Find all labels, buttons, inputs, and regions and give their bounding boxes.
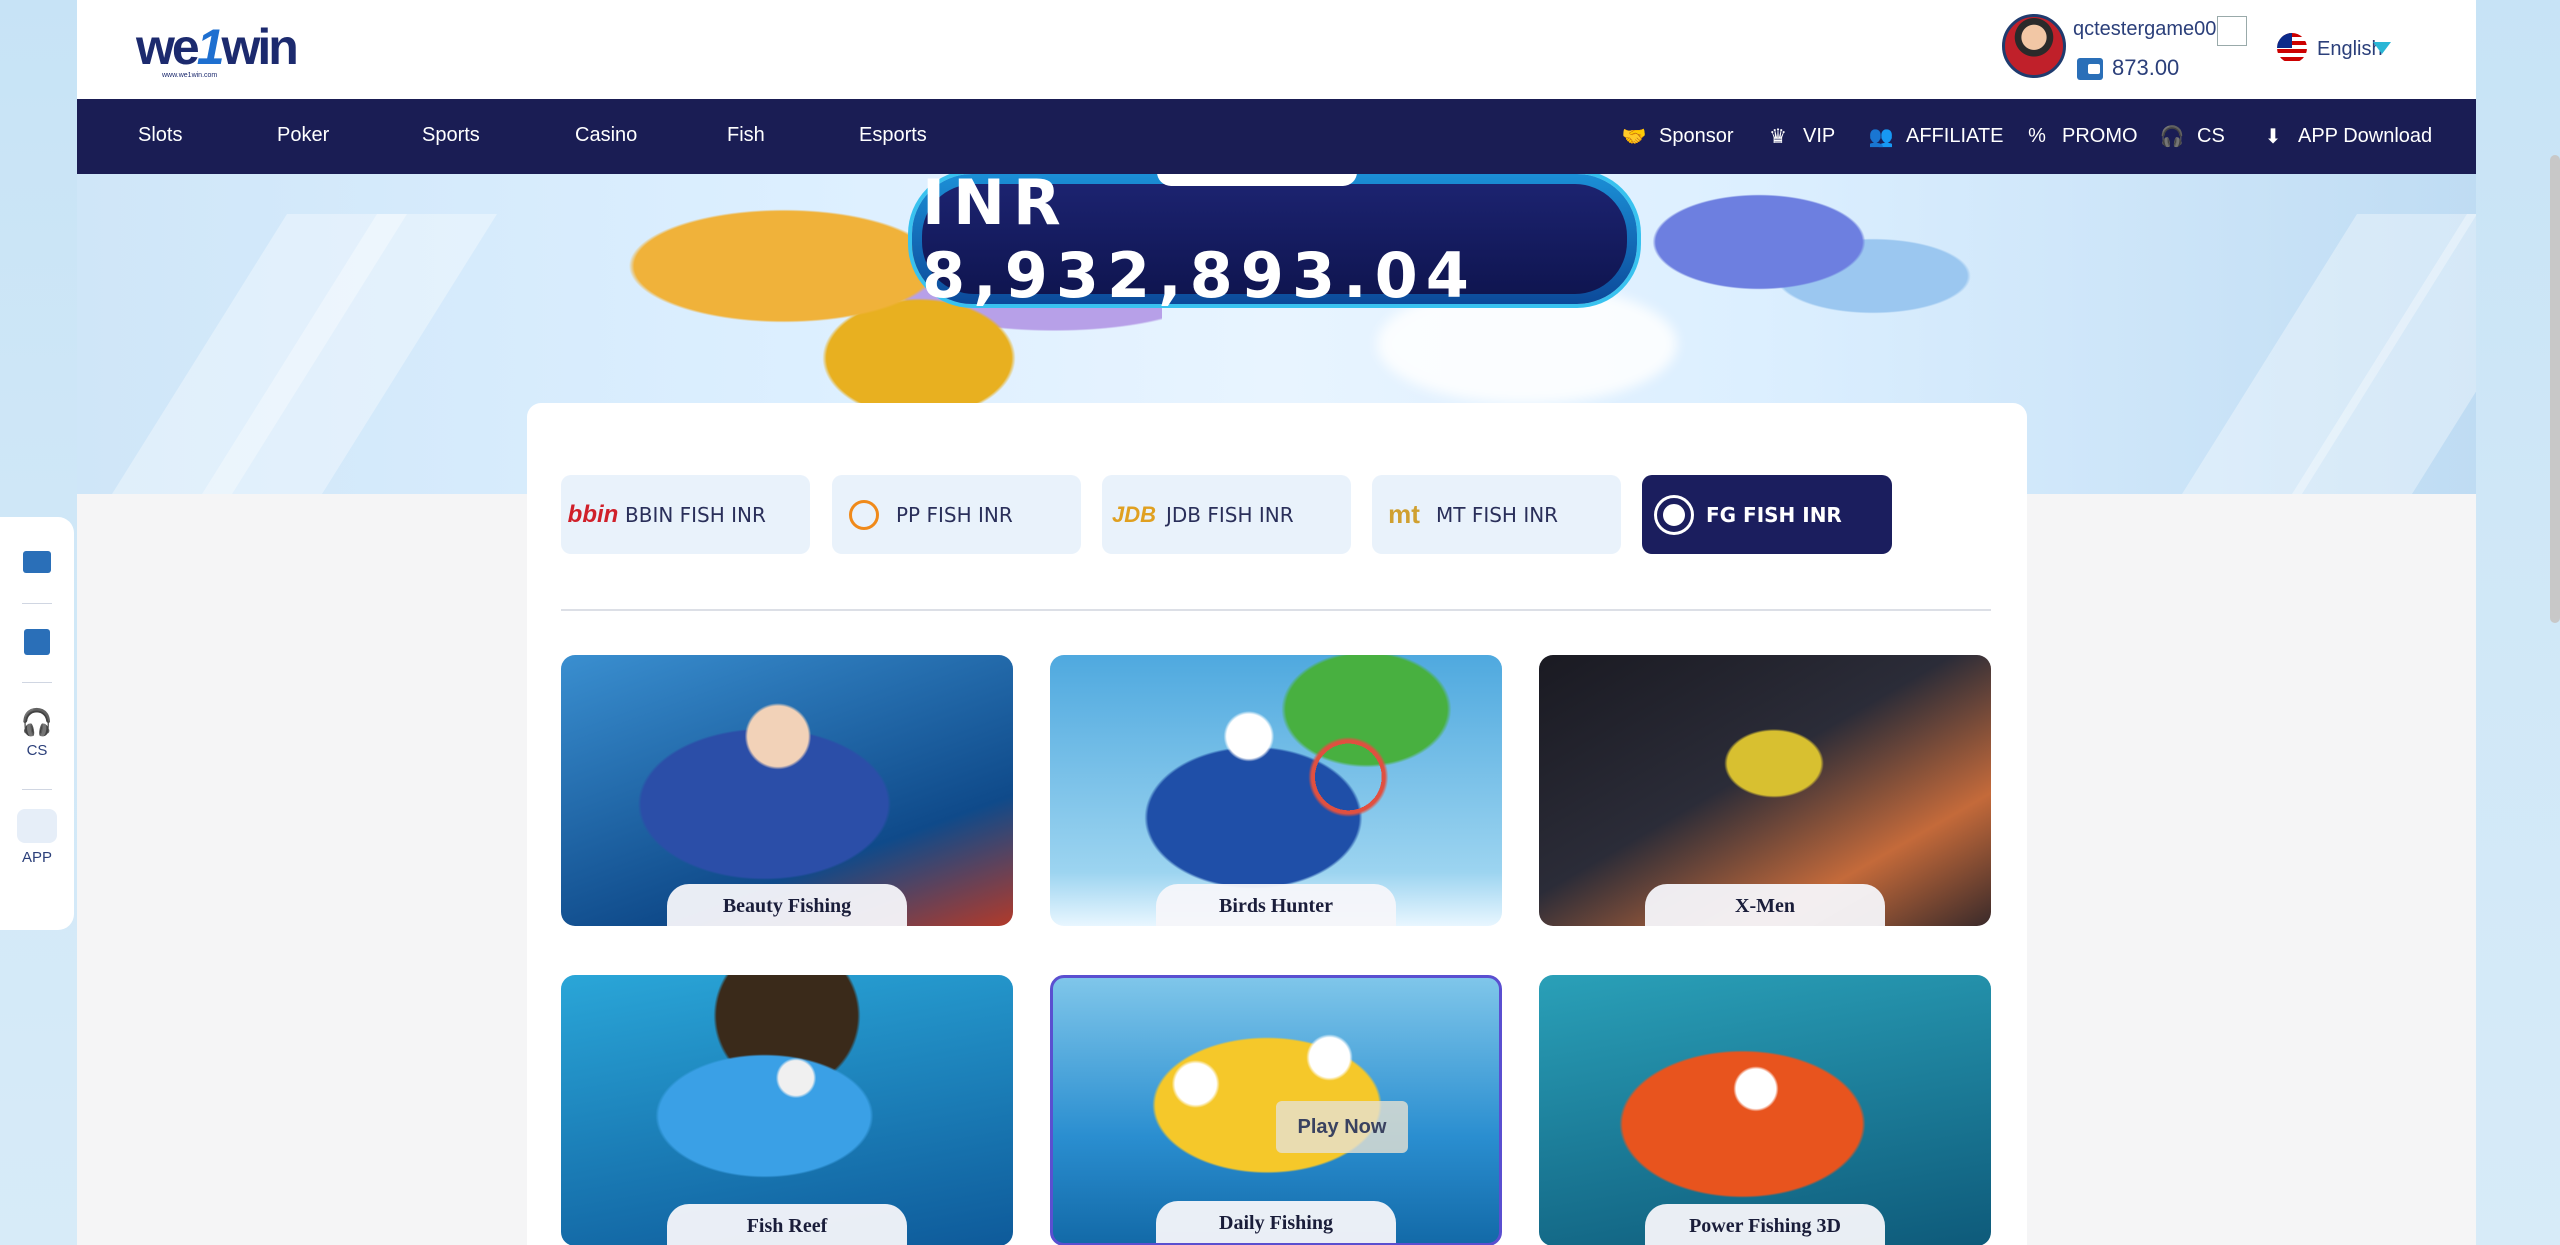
- headset-icon: 🎧: [2159, 125, 2185, 148]
- game-card-fish-reef[interactable]: Fish Reef: [561, 975, 1013, 1245]
- sidebar-item-cs[interactable]: 🎧 CS: [0, 707, 74, 759]
- game-card-power-fishing-3d[interactable]: Power Fishing 3D: [1539, 975, 1991, 1245]
- chevron-down-icon[interactable]: [2373, 42, 2391, 54]
- sidebar-item-gift[interactable]: [0, 629, 74, 655]
- game-card-daily-fishing[interactable]: Play Now Daily Fishing: [1050, 975, 1502, 1245]
- mt-logo-icon: mt: [1388, 499, 1420, 529]
- main-nav: Slots Poker Sports Casino Fish Esports 🤝…: [77, 99, 2476, 174]
- jdb-logo-icon: JDB: [1111, 501, 1156, 527]
- jackpot-amount: INR 8,932,893.04: [922, 174, 1627, 312]
- floating-sidebar: 🎧 CS APP: [0, 517, 74, 930]
- nav-item-casino[interactable]: Casino: [575, 124, 637, 147]
- nav-sponsor[interactable]: 🤝 Sponsor: [1619, 121, 1734, 151]
- headset-icon: 🎧: [20, 707, 54, 737]
- nav-vip[interactable]: ♛ VIP: [1763, 121, 1835, 151]
- jackpot-frame: INR 8,932,893.04: [912, 174, 1637, 312]
- app-logo-icon: [17, 809, 57, 843]
- brand-logo[interactable]: we1win www.we1win.com: [136, 18, 299, 82]
- tab-jdb-fish[interactable]: JDB JDB FISH INR: [1102, 475, 1351, 554]
- game-title: Fish Reef: [667, 1204, 907, 1245]
- game-card-birds-hunter[interactable]: Birds Hunter: [1050, 655, 1502, 926]
- crown-icon: ♛: [1769, 125, 1787, 148]
- app-window: we1win www.we1win.com qctestergame001 87…: [77, 0, 2476, 1245]
- pp-logo-icon: [832, 499, 896, 530]
- game-title: Beauty Fishing: [667, 884, 907, 926]
- broken-image-icon: [2217, 16, 2247, 46]
- nav-item-fish[interactable]: Fish: [727, 124, 765, 147]
- nav-item-slots[interactable]: Slots: [138, 124, 182, 147]
- sidebar-item-app[interactable]: APP: [0, 809, 74, 866]
- download-icon: ⬇: [2264, 125, 2282, 148]
- gift-icon: [24, 629, 50, 655]
- game-title: Birds Hunter: [1156, 884, 1396, 926]
- username: qctestergame001: [2073, 18, 2228, 40]
- divider: [561, 609, 1991, 611]
- bbin-logo-icon: bbin: [567, 500, 619, 528]
- balance-amount: 873.00: [2112, 55, 2180, 80]
- handshake-icon: 🤝: [1621, 125, 1647, 148]
- creature-art: [1607, 174, 1987, 344]
- tab-mt-fish[interactable]: mt MT FISH INR: [1372, 475, 1621, 554]
- nav-app-download[interactable]: ⬇ APP Download: [2258, 121, 2433, 151]
- game-title: Power Fishing 3D: [1645, 1204, 1885, 1245]
- jackpot-tab: [1157, 174, 1357, 186]
- scrollbar[interactable]: [2550, 155, 2560, 623]
- nav-item-sports[interactable]: Sports: [422, 124, 480, 147]
- nav-promo[interactable]: % PROMO: [2022, 121, 2137, 151]
- game-card-beauty-fishing[interactable]: Beauty Fishing: [561, 655, 1013, 926]
- fg-logo-icon: [1642, 497, 1706, 532]
- logo-url: www.we1win.com: [162, 72, 218, 79]
- logo-wordmark: we1win: [136, 19, 299, 75]
- game-title: Daily Fishing: [1156, 1201, 1396, 1243]
- group-icon: 👥: [1868, 125, 1894, 148]
- divider: [22, 603, 52, 604]
- play-now-button[interactable]: Play Now: [1276, 1101, 1408, 1153]
- divider: [22, 789, 52, 790]
- tab-pp-fish[interactable]: PP FISH INR: [832, 475, 1081, 554]
- avatar[interactable]: [2002, 14, 2066, 78]
- divider: [22, 682, 52, 683]
- wallet-icon: [2077, 58, 2103, 80]
- nav-item-esports[interactable]: Esports: [859, 124, 927, 147]
- game-list-card: bbin BBIN FISH INR PP FISH INR JDB JDB F…: [527, 403, 2027, 1245]
- tab-fg-fish[interactable]: FG FISH INR: [1642, 475, 1892, 554]
- nav-cs[interactable]: 🎧 CS: [2157, 121, 2225, 151]
- malaysia-flag-icon[interactable]: [2277, 33, 2307, 63]
- nav-item-poker[interactable]: Poker: [277, 124, 329, 147]
- tab-bbin-fish[interactable]: bbin BBIN FISH INR: [561, 475, 810, 554]
- sidebar-item-wallet[interactable]: [0, 551, 74, 573]
- game-card-x-men[interactable]: X-Men: [1539, 655, 1991, 926]
- nav-affiliate[interactable]: 👥 AFFILIATE: [1866, 121, 2004, 151]
- wallet-icon: [23, 551, 51, 573]
- ticket-icon: %: [2028, 124, 2046, 147]
- game-title: X-Men: [1645, 884, 1885, 926]
- top-bar: we1win www.we1win.com qctestergame001 87…: [77, 0, 2476, 99]
